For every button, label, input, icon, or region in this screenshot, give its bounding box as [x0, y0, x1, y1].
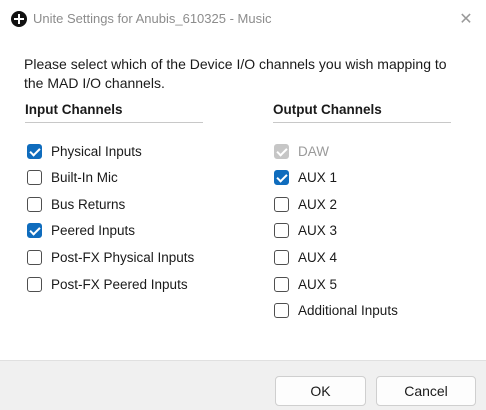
intro-text: Please select which of the Device I/O ch…: [24, 56, 447, 91]
checkbox-box[interactable]: [274, 276, 289, 292]
checkbox-label: AUX 2: [298, 196, 338, 212]
checkbox-bus-returns[interactable]: Bus Returns: [27, 194, 125, 214]
checkbox-box[interactable]: [27, 276, 42, 292]
checkbox-built-in-mic[interactable]: Built-In Mic: [27, 167, 118, 187]
checkbox-label: AUX 4: [298, 249, 338, 265]
checkbox-post-fx-peered-inputs[interactable]: Post-FX Peered Inputs: [27, 274, 188, 294]
settings-dialog: Unite Settings for Anubis_610325 - Music…: [0, 0, 486, 410]
checkbox-box[interactable]: [274, 169, 289, 185]
checkbox-label: DAW: [298, 143, 329, 159]
checkbox-box[interactable]: [27, 169, 42, 185]
checkbox-box[interactable]: [27, 249, 42, 265]
input-channels-divider: [25, 122, 203, 123]
checkbox-box[interactable]: [27, 196, 42, 212]
close-icon[interactable]: ✕: [446, 0, 486, 38]
ok-button[interactable]: OK: [275, 376, 366, 406]
checkbox-box[interactable]: [27, 143, 42, 159]
title-bar: Unite Settings for Anubis_610325 - Music…: [0, 0, 486, 38]
checkbox-label: Physical Inputs: [51, 143, 142, 159]
checkbox-label: AUX 5: [298, 276, 338, 292]
output-channels-header: Output Channels: [273, 102, 382, 117]
checkbox-box[interactable]: [274, 302, 289, 318]
checkbox-box[interactable]: [27, 222, 42, 238]
checkbox-label: AUX 1: [298, 169, 338, 185]
checkbox-box[interactable]: [274, 222, 289, 238]
checkbox-aux-1[interactable]: AUX 1: [274, 167, 337, 187]
checkbox-physical-inputs[interactable]: Physical Inputs: [27, 141, 142, 161]
checkbox-additional-inputs[interactable]: Additional Inputs: [274, 300, 398, 320]
checkbox-label: Bus Returns: [51, 196, 126, 212]
checkbox-label: Additional Inputs: [298, 302, 398, 318]
checkbox-peered-inputs[interactable]: Peered Inputs: [27, 220, 135, 240]
cancel-button[interactable]: Cancel: [376, 376, 476, 406]
checkbox-aux-3[interactable]: AUX 3: [274, 220, 337, 240]
checkbox-box[interactable]: [274, 249, 289, 265]
checkbox-label: Peered Inputs: [51, 222, 136, 238]
checkbox-aux-2[interactable]: AUX 2: [274, 194, 337, 214]
app-plus-icon: [11, 11, 27, 27]
checkbox-label: AUX 3: [298, 222, 338, 238]
checkbox-box[interactable]: [274, 196, 289, 212]
checkbox-label: Post-FX Physical Inputs: [51, 249, 195, 265]
input-channels-header: Input Channels: [25, 102, 123, 117]
checkbox-daw: DAW: [274, 141, 329, 161]
checkbox-label: Post-FX Peered Inputs: [51, 276, 188, 292]
checkbox-post-fx-physical-inputs[interactable]: Post-FX Physical Inputs: [27, 247, 194, 267]
checkbox-aux-4[interactable]: AUX 4: [274, 247, 337, 267]
window-title: Unite Settings for Anubis_610325 - Music: [33, 11, 272, 26]
checkbox-aux-5[interactable]: AUX 5: [274, 274, 337, 294]
checkbox-box: [274, 143, 289, 159]
output-channels-divider: [273, 122, 451, 123]
checkbox-label: Built-In Mic: [51, 169, 118, 185]
